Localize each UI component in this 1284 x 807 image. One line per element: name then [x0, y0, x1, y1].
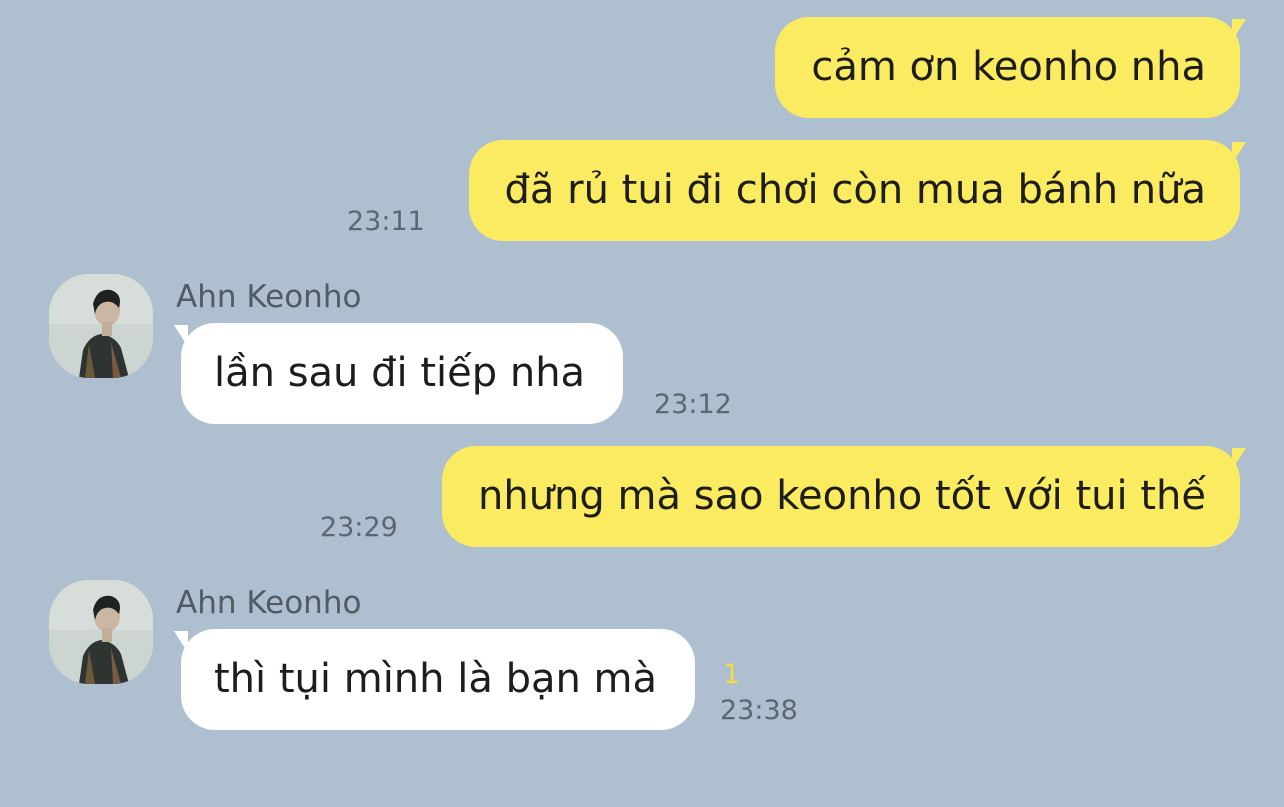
outgoing-message-bubble[interactable]: nhưng mà sao keonho tốt với tui thế	[442, 446, 1246, 547]
message-text: nhưng mà sao keonho tốt với tui thế	[478, 473, 1206, 519]
message-timestamp: 23:11	[347, 206, 425, 237]
message-text: thì tụi mình là bạn mà	[214, 656, 658, 702]
incoming-message-bubble[interactable]: thì tụi mình là bạn mà	[173, 629, 696, 730]
avatar[interactable]	[49, 274, 153, 378]
message-text: cảm ơn keonho nha	[811, 44, 1206, 90]
incoming-message-bubble[interactable]: lần sau đi tiếp nha	[173, 323, 624, 424]
sender-name: Ahn Keonho	[176, 585, 362, 621]
message-text: lần sau đi tiếp nha	[214, 350, 586, 396]
unread-count-badge: 1	[723, 659, 741, 690]
outgoing-message-bubble[interactable]: đã rủ tui đi chơi còn mua bánh nữa	[468, 140, 1247, 241]
message-text: đã rủ tui đi chơi còn mua bánh nữa	[504, 167, 1206, 213]
message-timestamp: 23:12	[654, 389, 732, 420]
profile-photo-icon	[49, 274, 153, 378]
profile-photo-icon	[49, 580, 153, 684]
sender-name: Ahn Keonho	[176, 279, 362, 315]
outgoing-message-bubble[interactable]: cảm ơn keonho nha	[775, 17, 1246, 118]
message-timestamp: 23:29	[320, 512, 398, 543]
avatar[interactable]	[49, 580, 153, 684]
message-timestamp: 23:38	[720, 695, 798, 726]
